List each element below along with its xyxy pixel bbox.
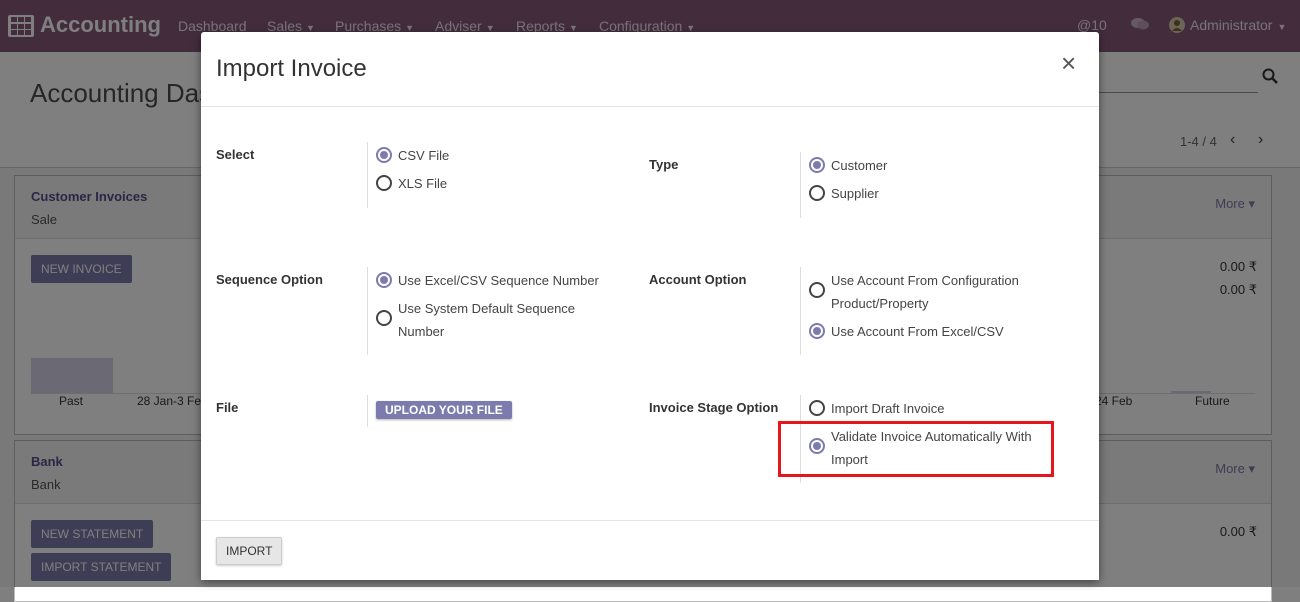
divider bbox=[367, 267, 368, 355]
radio-unchecked-icon[interactable] bbox=[376, 310, 392, 326]
radio-excel-sequence[interactable]: Use Excel/CSV Sequence Number bbox=[376, 269, 599, 292]
radio-unchecked-icon[interactable] bbox=[809, 185, 825, 201]
radio-checked-icon[interactable] bbox=[809, 157, 825, 173]
radio-checked-icon[interactable] bbox=[376, 147, 392, 163]
radio-account-excel[interactable]: Use Account From Excel/CSV bbox=[809, 320, 1004, 343]
divider bbox=[367, 142, 368, 208]
highlight-annotation bbox=[778, 421, 1054, 477]
radio-csv-file[interactable]: CSV File bbox=[376, 144, 449, 167]
invoice-stage-option-label: Invoice Stage Option bbox=[649, 400, 779, 415]
radio-customer[interactable]: Customer bbox=[809, 154, 887, 177]
radio-label: Use Account From Configuration Product/Pr… bbox=[831, 269, 1019, 315]
radio-label: Supplier bbox=[831, 186, 879, 201]
divider bbox=[800, 267, 801, 355]
radio-label: CSV File bbox=[398, 148, 450, 163]
divider bbox=[367, 395, 368, 427]
select-label: Select bbox=[216, 147, 255, 162]
radio-label-line-1: Use System Default Sequence bbox=[398, 301, 576, 316]
modal-header: Import Invoice × bbox=[201, 32, 1099, 107]
divider bbox=[800, 152, 801, 218]
radio-checked-icon[interactable] bbox=[376, 272, 392, 288]
radio-label: Use System Default Sequence Number bbox=[398, 297, 575, 343]
import-invoice-dialog: Import Invoice × Select CSV File XLS Fil… bbox=[201, 32, 1099, 580]
upload-file-button[interactable]: UPLOAD YOUR FILE bbox=[376, 401, 512, 419]
radio-label-line-2: Number bbox=[398, 324, 445, 339]
radio-label: Use Excel/CSV Sequence Number bbox=[398, 273, 599, 288]
type-label: Type bbox=[649, 157, 679, 172]
radio-unchecked-icon[interactable] bbox=[809, 400, 825, 416]
radio-checked-icon[interactable] bbox=[809, 323, 825, 339]
import-button[interactable]: IMPORT bbox=[216, 537, 283, 565]
close-icon[interactable]: × bbox=[1061, 48, 1076, 79]
radio-system-sequence[interactable]: Use System Default Sequence Number bbox=[376, 297, 575, 343]
radio-import-draft[interactable]: Import Draft Invoice bbox=[809, 397, 944, 420]
radio-unchecked-icon[interactable] bbox=[809, 282, 825, 298]
radio-label: Use Account From Excel/CSV bbox=[831, 324, 1004, 339]
radio-label-line-1: Use Account From Configuration bbox=[831, 273, 1019, 288]
modal-title: Import Invoice bbox=[216, 55, 367, 82]
radio-unchecked-icon[interactable] bbox=[376, 175, 392, 191]
radio-label: Import Draft Invoice bbox=[831, 401, 945, 416]
radio-xls-file[interactable]: XLS File bbox=[376, 172, 447, 195]
modal-footer: IMPORT bbox=[201, 520, 1099, 580]
radio-supplier[interactable]: Supplier bbox=[809, 182, 879, 205]
radio-label-line-2: Product/Property bbox=[831, 296, 929, 311]
radio-label: XLS File bbox=[398, 176, 448, 191]
radio-account-configuration[interactable]: Use Account From Configuration Product/Pr… bbox=[809, 269, 1019, 315]
account-option-label: Account Option bbox=[649, 272, 747, 287]
file-label: File bbox=[216, 400, 239, 415]
sequence-option-label: Sequence Option bbox=[216, 272, 323, 287]
radio-label: Customer bbox=[831, 158, 888, 173]
